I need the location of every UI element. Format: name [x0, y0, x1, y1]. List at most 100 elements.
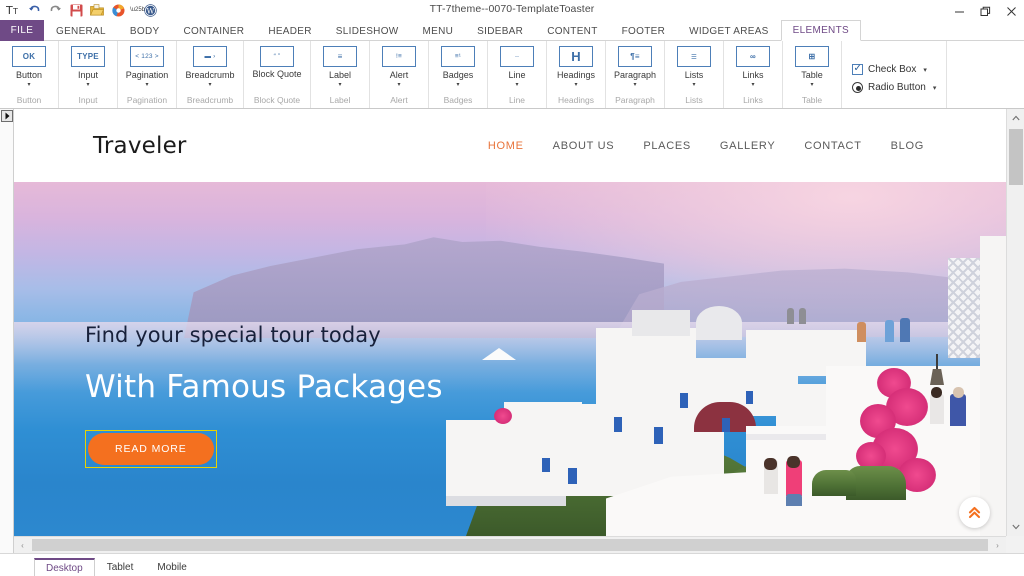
site-header[interactable]: Traveler HOME ABOUT US PLACES GALLERY CO…	[14, 109, 1006, 182]
tab-content[interactable]: CONTENT	[535, 20, 609, 41]
alert-element-label: Alert	[390, 70, 409, 80]
group-label-alert: Alert	[372, 93, 426, 107]
vertical-scroll-thumb[interactable]	[1009, 129, 1023, 185]
tab-body[interactable]: BODY	[118, 20, 172, 41]
chevron-down-icon[interactable]: ▾	[397, 81, 400, 89]
scroll-right-button[interactable]: ›	[989, 537, 1006, 553]
canvas-vertical-scrollbar[interactable]	[1006, 109, 1024, 536]
close-button[interactable]	[998, 1, 1024, 21]
minimize-button[interactable]	[946, 1, 972, 21]
canvas-horizontal-scrollbar[interactable]: ‹ ›	[14, 536, 1006, 553]
nav-item-gallery[interactable]: GALLERY	[720, 140, 775, 152]
svg-text:W: W	[146, 6, 154, 15]
input-element[interactable]: TYPE Input ▾	[61, 41, 115, 89]
read-more-button-selection: READ MORE	[85, 430, 217, 468]
line-element-label: Line	[508, 70, 525, 80]
paragraph-element[interactable]: ¶≡ Paragraph ▾	[608, 41, 662, 89]
chevron-down-icon[interactable]: ▾	[923, 66, 927, 74]
nav-item-contact[interactable]: CONTACT	[804, 140, 861, 152]
alert-icon: !≡	[382, 46, 416, 67]
save-icon[interactable]	[67, 1, 85, 19]
ribbon-group-breadcrumb: ▬ › Breadcrumb ▾ Breadcrumb	[177, 41, 244, 108]
tab-file[interactable]: FILE	[0, 20, 44, 41]
chevron-down-icon[interactable]: ▾	[692, 81, 695, 89]
scroll-left-button[interactable]: ‹	[14, 537, 31, 553]
chevron-down-icon[interactable]: ▾	[515, 81, 518, 89]
nav-item-places[interactable]: PLACES	[643, 140, 691, 152]
nav-item-about-us[interactable]: ABOUT US	[553, 140, 615, 152]
chevron-down-icon[interactable]: ▾	[933, 84, 937, 92]
expand-panel-icon[interactable]	[1, 110, 13, 122]
hero-slideshow[interactable]: Find your special tour today With Famous…	[14, 182, 1006, 536]
tab-widget-areas[interactable]: WIDGET AREAS	[677, 20, 781, 41]
wordpress-icon[interactable]: W	[141, 1, 159, 19]
label-element[interactable]: ≡ Label ▾	[313, 41, 367, 89]
button-element[interactable]: OK Button ▾	[2, 41, 56, 89]
read-more-button[interactable]: READ MORE	[88, 433, 214, 465]
lists-element[interactable]: ☰ Lists ▾	[667, 41, 721, 89]
text-tool-icon[interactable]: TT	[4, 1, 22, 19]
links-element[interactable]: ∞ Links ▾	[726, 41, 780, 89]
device-tab-tablet[interactable]: Tablet	[95, 558, 146, 576]
ribbon-group-block-quote: “ ” Block Quote Block Quote	[244, 41, 311, 108]
restore-button[interactable]	[972, 1, 998, 21]
scroll-down-button[interactable]	[1007, 518, 1024, 536]
redo-icon[interactable]	[46, 1, 64, 19]
nav-item-blog[interactable]: BLOG	[891, 140, 924, 152]
tab-menu[interactable]: MENU	[411, 20, 466, 41]
chevron-down-icon[interactable]: ▾	[810, 81, 813, 89]
radio-button-icon	[852, 82, 863, 93]
hero-title[interactable]: With Famous Packages	[85, 369, 443, 405]
chevron-down-icon[interactable]: ▾	[751, 81, 754, 89]
scroll-up-button[interactable]	[1007, 109, 1024, 127]
preview-icon[interactable]	[109, 1, 127, 19]
open-folder-icon[interactable]	[88, 1, 106, 19]
ribbon-group-lists: ☰ Lists ▾ Lists	[665, 41, 724, 108]
tab-elements[interactable]: ELEMENTS	[781, 20, 861, 41]
tab-header[interactable]: HEADER	[256, 20, 323, 41]
pagination-element[interactable]: < 123 > Pagination ▾	[120, 41, 174, 89]
tab-sidebar[interactable]: SIDEBAR	[465, 20, 535, 41]
alert-element[interactable]: !≡ Alert ▾	[372, 41, 426, 89]
badges-element[interactable]: ≡¹ Badges ▾	[431, 41, 485, 89]
breadcrumb-element[interactable]: ▬ › Breadcrumb ▾	[179, 41, 241, 89]
tab-general[interactable]: GENERAL	[44, 20, 118, 41]
editor-workspace: Traveler HOME ABOUT US PLACES GALLERY CO…	[0, 109, 1024, 553]
chevron-down-icon[interactable]: ▾	[574, 81, 577, 89]
nav-item-home[interactable]: HOME	[488, 140, 524, 152]
scroll-to-top-button[interactable]	[959, 497, 990, 528]
check-box-element[interactable]: Check Box ▾	[852, 64, 936, 75]
device-tab-desktop[interactable]: Desktop	[34, 558, 95, 576]
ribbon-group-button: OK Button ▾ Button	[0, 41, 59, 108]
chevron-down-icon[interactable]: ▾	[208, 81, 211, 89]
table-element[interactable]: ⊞ Table ▾	[785, 41, 839, 89]
group-label-links: Links	[726, 93, 780, 107]
line-element[interactable]: ┈ Line ▾	[490, 41, 544, 89]
chevron-down-icon[interactable]: ▾	[145, 81, 148, 89]
radio-button-label: Radio Button	[868, 82, 926, 93]
chevron-down-icon[interactable]: ▾	[27, 81, 30, 89]
dropdown-caret[interactable]: \u25be	[130, 7, 138, 13]
lists-element-label: Lists	[685, 70, 704, 80]
headings-element[interactable]: H Headings ▾	[549, 41, 603, 89]
hero-subtitle[interactable]: Find your special tour today	[85, 323, 443, 347]
chevron-down-icon[interactable]: ▾	[86, 81, 89, 89]
group-label-paragraph: Paragraph	[608, 93, 662, 107]
site-logo[interactable]: Traveler	[93, 133, 187, 159]
chevron-down-icon[interactable]: ▾	[338, 81, 341, 89]
ribbon-group-controls: Check Box ▾ Radio Button ▾	[842, 41, 947, 108]
website-preview-canvas[interactable]: Traveler HOME ABOUT US PLACES GALLERY CO…	[14, 109, 1006, 536]
chevron-down-icon[interactable]: ▾	[456, 81, 459, 89]
tab-slideshow[interactable]: SLIDESHOW	[324, 20, 411, 41]
horizontal-scroll-thumb[interactable]	[32, 539, 988, 551]
tab-container[interactable]: CONTAINER	[171, 20, 256, 41]
block-quote-element[interactable]: “ ” Block Quote	[246, 41, 308, 80]
hero-text-block: Find your special tour today With Famous…	[85, 323, 443, 468]
radio-button-element[interactable]: Radio Button ▾	[852, 82, 936, 93]
tab-footer[interactable]: FOOTER	[610, 20, 677, 41]
check-box-icon	[852, 64, 863, 75]
chevron-down-icon[interactable]: ▾	[633, 81, 636, 89]
ribbon-group-headings: H Headings ▾ Headings	[547, 41, 606, 108]
device-tab-mobile[interactable]: Mobile	[145, 558, 198, 576]
undo-icon[interactable]	[25, 1, 43, 19]
